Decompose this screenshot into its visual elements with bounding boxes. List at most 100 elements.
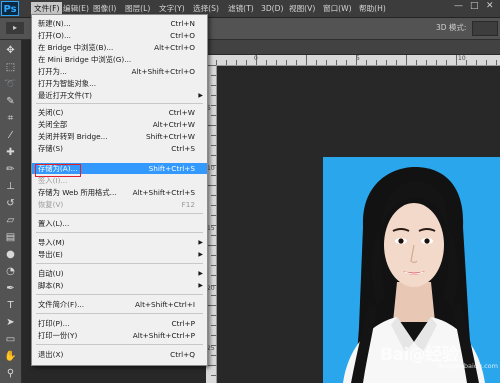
lasso-tool-icon[interactable]: ➰ bbox=[3, 78, 18, 91]
menu-item-file-info[interactable]: 文件简介(F)... Alt+Shift+Ctrl+I bbox=[32, 299, 207, 310]
ruler-tick bbox=[416, 60, 417, 65]
tool-preset-picker[interactable]: ▸ bbox=[6, 22, 24, 34]
ruler-tick bbox=[276, 60, 277, 65]
brush-tool-icon[interactable]: ✏ bbox=[3, 163, 18, 176]
zoom-tool-icon[interactable]: ⚲ bbox=[3, 367, 18, 380]
ruler-tick bbox=[211, 195, 216, 196]
menu-item-import[interactable]: 导入(M) ▶ bbox=[32, 237, 207, 248]
menu-separator bbox=[36, 313, 203, 314]
menu-item-new[interactable]: 新建(N)... Ctrl+N bbox=[32, 18, 207, 29]
menu-help[interactable]: 帮助(H) bbox=[356, 2, 389, 15]
quick-select-tool-icon[interactable]: ✎ bbox=[3, 95, 18, 108]
ruler-tick bbox=[386, 60, 387, 65]
ruler-tick bbox=[211, 95, 216, 96]
shape-tool-icon[interactable]: ▭ bbox=[3, 333, 18, 346]
menu-separator bbox=[36, 213, 203, 214]
ruler-v-number: 20 bbox=[207, 285, 215, 292]
menu-item-place[interactable]: 置入(L)... bbox=[32, 218, 207, 229]
ruler-tick bbox=[336, 60, 337, 65]
ruler-tick bbox=[316, 60, 317, 65]
ruler-tick bbox=[211, 175, 216, 176]
window-controls: — □ ✕ bbox=[450, 0, 500, 17]
maximize-icon[interactable]: □ bbox=[470, 1, 479, 11]
ruler-tick bbox=[211, 335, 216, 336]
file-menu-dropdown: 新建(N)... Ctrl+N 打开(O)... Ctrl+O 在 Bridge 中… bbox=[31, 14, 208, 366]
ruler-tick bbox=[326, 60, 327, 65]
eyedropper-tool-icon[interactable]: ⁄ bbox=[3, 129, 18, 142]
ruler-tick bbox=[211, 205, 216, 206]
3d-mode-buttons[interactable] bbox=[472, 21, 498, 36]
ruler-tick bbox=[266, 60, 267, 65]
menu-item-browse-bridge[interactable]: 在 Bridge 中浏览(B)... Alt+Ctrl+O bbox=[32, 42, 207, 53]
ruler-tick bbox=[211, 275, 216, 276]
eraser-tool-icon[interactable]: ▱ bbox=[3, 214, 18, 227]
ruler-tick bbox=[211, 75, 216, 76]
ruler-tick bbox=[211, 225, 216, 226]
submenu-arrow-icon: ▶ bbox=[198, 239, 203, 246]
ruler-tick bbox=[211, 235, 216, 236]
ruler-tick bbox=[211, 85, 216, 86]
menu-item-save[interactable]: 存储(S) Ctrl+S bbox=[32, 143, 207, 154]
ruler-v-number: 10 bbox=[207, 165, 215, 172]
3d-mode-label: 3D 模式: bbox=[436, 23, 467, 32]
marquee-tool-icon[interactable]: ⬚ bbox=[3, 61, 18, 74]
close-icon[interactable]: ✕ bbox=[486, 1, 494, 11]
blur-tool-icon[interactable]: ● bbox=[3, 248, 18, 261]
menu-item-close[interactable]: 关闭(C) Ctrl+W bbox=[32, 107, 207, 118]
menu-window[interactable]: 窗口(W) bbox=[320, 2, 355, 15]
menu-item-export[interactable]: 导出(E) ▶ bbox=[32, 249, 207, 260]
type-tool-icon[interactable]: T bbox=[3, 299, 18, 312]
healing-brush-tool-icon[interactable]: ✚ bbox=[3, 146, 18, 159]
path-select-tool-icon[interactable]: ➤ bbox=[3, 316, 18, 329]
pen-tool-icon[interactable]: ✒ bbox=[3, 282, 18, 295]
menu-separator bbox=[36, 232, 203, 233]
menu-item-open-as-smart-object[interactable]: 打开为智能对象... bbox=[32, 78, 207, 89]
menu-item-scripts[interactable]: 脚本(R) ▶ bbox=[32, 280, 207, 291]
dodge-tool-icon[interactable]: ◔ bbox=[3, 265, 18, 278]
menu-item-print-one-copy[interactable]: 打印一份(Y) Alt+Shift+Ctrl+P bbox=[32, 330, 207, 341]
menu-item-close-all[interactable]: 关闭全部 Alt+Ctrl+W bbox=[32, 119, 207, 130]
ruler-tick bbox=[366, 60, 367, 65]
menu-item-save-for-web[interactable]: 存储为 Web 所用格式... Alt+Shift+Ctrl+S bbox=[32, 187, 207, 198]
document-tab[interactable] bbox=[206, 40, 500, 55]
baidu-jingyan-watermark: Bai@经验 jingyan.baidu.com bbox=[380, 340, 498, 372]
menu-view[interactable]: 视图(V) bbox=[286, 2, 318, 15]
ruler-tick bbox=[211, 155, 216, 156]
menu-item-recent-files[interactable]: 最近打开文件(T) ▶ bbox=[32, 90, 207, 101]
ruler-tick bbox=[466, 60, 467, 65]
minimize-icon[interactable]: — bbox=[454, 1, 463, 11]
ruler-tick bbox=[296, 60, 297, 65]
ruler-tick bbox=[356, 55, 357, 65]
photoshop-logo: Ps bbox=[1, 1, 19, 16]
ruler-tick bbox=[396, 60, 397, 65]
ruler-tick bbox=[211, 265, 216, 266]
menu-item-browse-mini-bridge[interactable]: 在 Mini Bridge 中浏览(G)... bbox=[32, 54, 207, 65]
ruler-tick bbox=[211, 165, 216, 166]
menu-separator bbox=[36, 103, 203, 104]
ruler-tick bbox=[211, 105, 216, 106]
ruler-tick bbox=[211, 295, 216, 296]
ruler-tick bbox=[211, 375, 216, 376]
menu-filter[interactable]: 滤镜(T) bbox=[225, 2, 257, 15]
menu-item-open[interactable]: 打开(O)... Ctrl+O bbox=[32, 30, 207, 41]
ruler-tick bbox=[256, 55, 257, 65]
ruler-tick bbox=[346, 60, 347, 65]
tools-panel: ✥ ⬚ ➰ ✎ ⌗ ⁄ ✚ ✏ ⊥ ↺ ▱ ▤ ● ◔ ✒ T ➤ ▭ ✋ ⚲ bbox=[0, 40, 22, 383]
ruler-tick bbox=[476, 60, 477, 65]
crop-tool-icon[interactable]: ⌗ bbox=[3, 112, 18, 125]
menu-item-check-in: 签入(I)... bbox=[38, 176, 68, 185]
move-tool-icon[interactable]: ✥ bbox=[3, 44, 18, 57]
clone-stamp-tool-icon[interactable]: ⊥ bbox=[3, 180, 18, 193]
menu-item-print[interactable]: 打印(P)... Ctrl+P bbox=[32, 318, 207, 329]
gradient-tool-icon[interactable]: ▤ bbox=[3, 231, 18, 244]
ruler-tick bbox=[226, 60, 227, 65]
menu-item-close-go-bridge[interactable]: 关闭并转到 Bridge... Shift+Ctrl+W bbox=[32, 131, 207, 142]
history-brush-tool-icon[interactable]: ↺ bbox=[3, 197, 18, 210]
ruler-h-number: 10 bbox=[458, 55, 466, 62]
menu-separator bbox=[36, 263, 203, 264]
menu-item-open-as[interactable]: 打开为... Alt+Shift+Ctrl+O bbox=[32, 66, 207, 77]
hand-tool-icon[interactable]: ✋ bbox=[3, 350, 18, 363]
menu-item-automate[interactable]: 自动(U) ▶ bbox=[32, 268, 207, 279]
menu-item-exit[interactable]: 退出(X) Ctrl+Q bbox=[32, 349, 207, 360]
menu-3d[interactable]: 3D(D) bbox=[258, 2, 286, 15]
